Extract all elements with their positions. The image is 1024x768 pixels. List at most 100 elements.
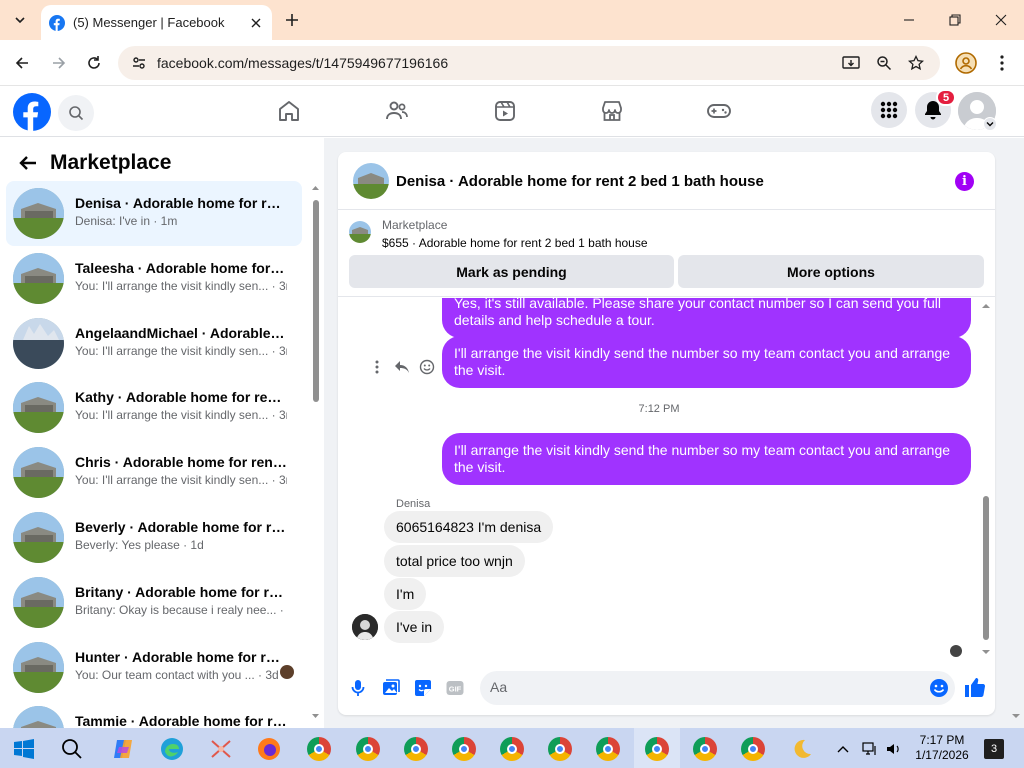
snipping-tool-app[interactable] (206, 734, 236, 764)
conversation-item[interactable]: Denisa · Adorable home for rent 2 bed 1 … (6, 181, 302, 246)
install-app-icon[interactable] (842, 54, 860, 72)
chrome-app[interactable] (353, 734, 383, 764)
outgoing-message[interactable]: I'll arrange the visit kindly send the n… (442, 433, 971, 485)
chrome-icon (693, 737, 717, 761)
system-clock[interactable]: 7:17 PM 1/17/2026 (912, 733, 972, 763)
plus-icon (286, 14, 298, 26)
chrome-app[interactable] (304, 734, 334, 764)
chat-scrollbar[interactable] (981, 300, 991, 656)
minimize-button[interactable] (886, 0, 932, 40)
facebook-header: 5 (0, 87, 1024, 137)
video-nav[interactable] (491, 97, 519, 125)
facebook-logo-icon[interactable] (13, 93, 51, 131)
search-button[interactable] (57, 734, 87, 764)
scrollbar-thumb[interactable] (313, 200, 319, 402)
gif-button[interactable]: GIF (444, 677, 466, 699)
conversation-item[interactable]: AngelaandMichael · Adorable home for ren… (6, 311, 302, 376)
browser-menu-button[interactable] (990, 51, 1014, 75)
tab-search-button[interactable] (8, 8, 32, 32)
conversation-item[interactable]: Chris · Adorable home for rent 2 bed 1 b… (6, 440, 302, 505)
conversation-info-button[interactable]: i (955, 172, 974, 191)
marketplace-nav[interactable] (598, 97, 626, 125)
conversation-item[interactable]: Kathy · Adorable home for rent 2 bed 1 b… (6, 375, 302, 440)
conversation-item[interactable]: Britany · Adorable home for rent 2 bed 1… (6, 570, 302, 635)
conversation-item[interactable]: Beverly · Adorable home for rent 2 bed 1… (6, 505, 302, 570)
zoom-icon[interactable] (875, 54, 893, 72)
profile-menu-button[interactable] (954, 51, 978, 75)
restore-button[interactable] (932, 0, 978, 40)
send-like-button[interactable] (964, 676, 986, 698)
chrome-app[interactable] (401, 734, 431, 764)
scrollbar-thumb[interactable] (983, 496, 989, 640)
network-status[interactable] (860, 734, 880, 764)
chrome-app[interactable] (738, 734, 768, 764)
sender-avatar[interactable] (352, 614, 378, 640)
react-button[interactable] (416, 356, 438, 378)
conversation-name: Beverly · Adorable home for rent 2 bed 1… (75, 518, 287, 535)
incoming-message[interactable]: 6065164823 I'm denisa (384, 511, 554, 543)
incoming-message[interactable]: total price too wnjn (384, 545, 525, 577)
chrome-app[interactable] (497, 734, 527, 764)
listing-title[interactable]: $655 · Adorable home for rent 2 bed 1 ba… (382, 236, 648, 250)
forward-button[interactable] (47, 51, 71, 75)
info-icon: i (962, 174, 967, 189)
conversation-item[interactable]: Taleesha · Adorable home for rent 2 bed … (6, 246, 302, 311)
emoji-button[interactable] (929, 678, 949, 698)
menu-grid-button[interactable] (871, 92, 907, 128)
chrome-app[interactable] (690, 734, 720, 764)
reload-button[interactable] (82, 51, 106, 75)
show-hidden-icons-button[interactable] (833, 734, 853, 764)
back-button[interactable] (10, 51, 34, 75)
outgoing-message[interactable]: Yes, it's still available. Please share … (442, 298, 971, 338)
back-to-inbox-button[interactable] (18, 153, 38, 173)
close-window-button[interactable] (978, 0, 1024, 40)
chrome-app[interactable] (593, 734, 623, 764)
conversation-name: Britany · Adorable home for rent 2 bed 1… (75, 583, 287, 600)
more-options-button[interactable]: More options (678, 255, 984, 288)
bookmark-star-icon[interactable] (907, 54, 925, 72)
friends-nav[interactable] (383, 97, 411, 125)
reply-button[interactable] (391, 356, 413, 378)
chat-avatar[interactable] (353, 163, 389, 199)
chat-title[interactable]: Denisa · Adorable home for rent 2 bed 1 … (396, 173, 764, 190)
voice-clip-button[interactable] (347, 677, 369, 699)
incoming-message[interactable]: I've in (384, 611, 445, 643)
chevron-down-icon (15, 17, 25, 24)
firefox-app[interactable] (254, 734, 284, 764)
house-thumbnail (13, 511, 64, 563)
chrome-app-active[interactable] (642, 734, 672, 764)
message-input[interactable] (490, 679, 910, 695)
attach-media-button[interactable] (380, 677, 402, 699)
chrome-app[interactable] (449, 734, 479, 764)
outgoing-message[interactable]: I'll arrange the visit kindly send the n… (442, 336, 971, 388)
site-info-icon[interactable] (130, 54, 148, 72)
address-bar[interactable]: facebook.com/messages/t/1475949677196166 (118, 46, 940, 80)
more-vertical-icon (1000, 55, 1004, 71)
start-button[interactable] (9, 734, 39, 764)
firefox-icon (258, 738, 280, 760)
weather-widget[interactable] (787, 734, 817, 764)
tab-close-button[interactable] (248, 15, 264, 31)
facebook-search-button[interactable] (58, 95, 94, 131)
chevron-up-icon (837, 746, 849, 753)
gaming-nav[interactable] (705, 97, 733, 125)
new-tab-button[interactable] (282, 10, 302, 30)
browser-tab-active[interactable]: (5) Messenger | Facebook (41, 5, 272, 40)
page-scroll-down[interactable] (1011, 712, 1021, 726)
conversation-item[interactable]: Tammie · Adorable home for rent 2 bed 1 … (6, 699, 302, 728)
home-nav[interactable] (275, 97, 303, 125)
sticker-button[interactable] (412, 677, 434, 699)
incoming-message[interactable]: I'm (384, 578, 427, 610)
mark-as-pending-button[interactable]: Mark as pending (349, 255, 674, 288)
copilot-app[interactable] (108, 734, 138, 764)
network-icon (862, 742, 876, 755)
notification-center-button[interactable]: 3 (984, 739, 1004, 759)
volume-control[interactable] (884, 734, 904, 764)
more-actions-button[interactable] (366, 356, 388, 378)
conversation-item[interactable]: Hunter · Adorable home for rent 2 bed 1 … (6, 635, 302, 700)
edge-app[interactable] (157, 734, 187, 764)
account-menu-button[interactable] (983, 117, 997, 131)
video-icon (495, 101, 515, 121)
chrome-app[interactable] (545, 734, 575, 764)
sidebar-scrollbar[interactable] (311, 184, 320, 720)
